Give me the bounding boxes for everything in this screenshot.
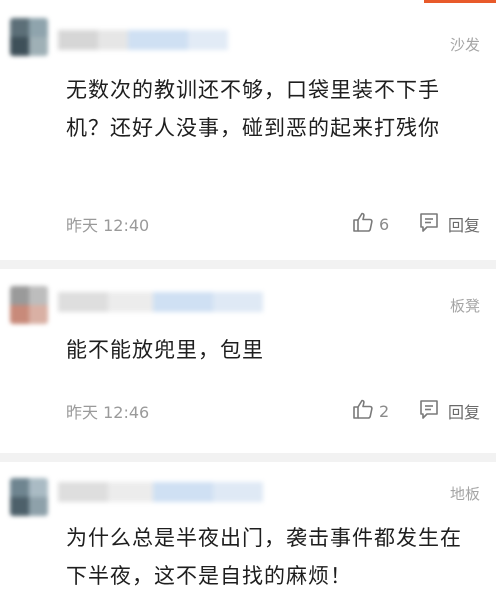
username[interactable] [58, 30, 228, 50]
avatar[interactable] [10, 478, 48, 516]
comment-meta: 昨天 12:46 2 回复 [66, 399, 496, 423]
floor-label: 沙发 [449, 36, 480, 54]
comment-time: 昨天 12:40 [66, 216, 150, 235]
floor-label: 板凳 [449, 297, 480, 315]
separator [0, 453, 496, 462]
username[interactable] [58, 482, 263, 502]
comment-item: 沙发 无数次的教训还不够，口袋里装不下手机？还好人没事，碰到恶的起来打残你 昨天… [0, 0, 496, 260]
like-button[interactable]: 6 [352, 212, 389, 236]
thumbs-up-icon [352, 211, 374, 237]
like-count: 2 [379, 401, 390, 421]
reply-button[interactable]: 回复 [418, 399, 480, 423]
reply-label: 回复 [448, 216, 481, 235]
comment-text: 为什么总是半夜出门，袭击事件都发生在下半夜，这不是自找的麻烦！ [66, 526, 462, 588]
reply-button[interactable]: 回复 [418, 212, 480, 236]
avatar[interactable] [10, 286, 48, 324]
comment-item: 板凳 能不能放兜里，包里 昨天 12:46 2 回复 [0, 269, 496, 453]
like-count: 6 [379, 214, 390, 234]
comment-bubble-icon [418, 211, 440, 237]
comment-bubble-icon [418, 398, 440, 424]
comment-meta: 昨天 12:40 6 回复 [66, 212, 496, 236]
reply-label: 回复 [448, 403, 481, 422]
like-button[interactable]: 2 [352, 399, 389, 423]
separator [0, 260, 496, 269]
comment-item: 地板 为什么总是半夜出门，袭击事件都发生在下半夜，这不是自找的麻烦！ [0, 462, 496, 613]
thumbs-up-icon [352, 398, 374, 424]
comment-time: 昨天 12:46 [66, 403, 150, 422]
avatar[interactable] [10, 18, 48, 56]
username[interactable] [58, 292, 263, 312]
comment-text: 能不能放兜里，包里 [66, 338, 264, 362]
comment-text: 无数次的教训还不够，口袋里装不下手机？还好人没事，碰到恶的起来打残你 [66, 78, 440, 140]
floor-label: 地板 [449, 485, 480, 503]
